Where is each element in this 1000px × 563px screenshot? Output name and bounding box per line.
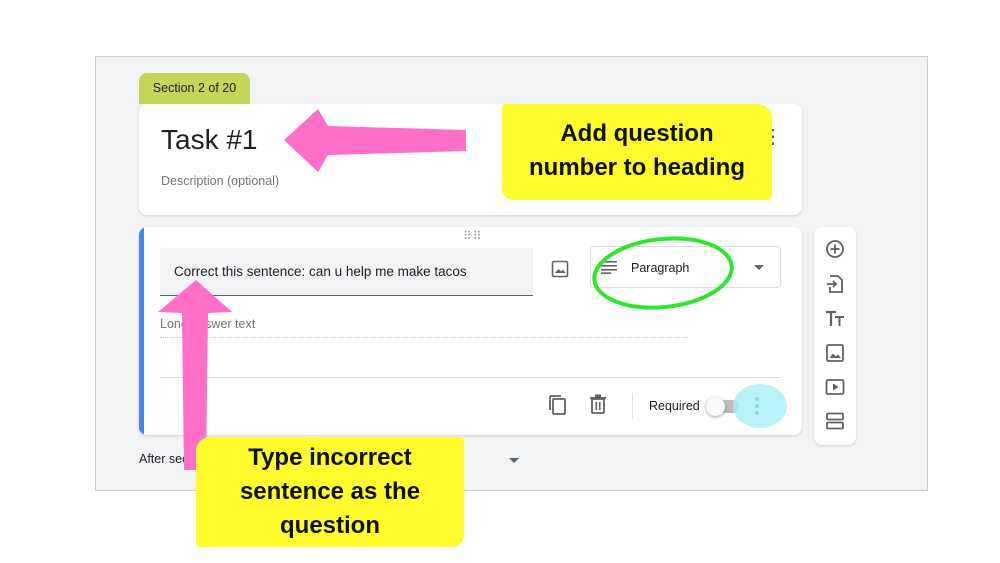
section-title[interactable]: Task #1 xyxy=(161,124,258,156)
question-text: Correct this sentence: can u help me mak… xyxy=(174,264,467,279)
required-toggle-knob[interactable] xyxy=(706,397,725,416)
footer-vertical-divider xyxy=(632,393,633,419)
question-card[interactable]: ⠿⠿ Correct this sentence: can u help me … xyxy=(139,227,802,435)
duplicate-icon[interactable] xyxy=(547,394,567,416)
required-label: Required xyxy=(649,399,700,413)
paragraph-lines-icon xyxy=(601,261,617,274)
section-tab: Section 2 of 20 xyxy=(139,73,250,104)
annotation-callout-line: question xyxy=(280,512,380,539)
import-icon[interactable] xyxy=(825,274,845,294)
video-icon[interactable] xyxy=(825,377,845,397)
trash-icon[interactable] xyxy=(589,394,607,414)
floating-toolbar xyxy=(814,227,856,445)
question-type-select[interactable]: Paragraph xyxy=(590,246,781,288)
annotation-callout-line: number to heading xyxy=(529,154,745,181)
annotation-callout-line: Add question xyxy=(560,120,714,147)
question-footer-divider xyxy=(160,377,781,378)
section-tab-label: Section 2 of 20 xyxy=(152,81,237,95)
question-focus-accent xyxy=(139,227,144,435)
more-vert-icon[interactable] xyxy=(753,395,761,417)
chevron-down-icon[interactable] xyxy=(509,458,519,463)
section-icon[interactable] xyxy=(825,411,845,431)
answer-preview: Long answer text xyxy=(160,317,688,338)
question-title-input[interactable]: Correct this sentence: can u help me mak… xyxy=(160,248,533,296)
image-icon[interactable] xyxy=(825,343,845,363)
add-circle-icon[interactable] xyxy=(825,239,845,259)
image-icon[interactable] xyxy=(551,260,569,278)
answer-placeholder: Long answer text xyxy=(160,317,256,331)
title-text-icon[interactable] xyxy=(825,309,845,329)
annotation-callout-heading: Add question number to heading xyxy=(502,104,772,200)
annotation-callout-line: sentence as the xyxy=(239,478,421,505)
drag-handle-icon[interactable]: ⠿⠿ xyxy=(463,229,483,243)
chevron-down-icon xyxy=(754,265,764,270)
annotation-callout-question: Type incorrect sentence as the question xyxy=(196,437,464,547)
section-description[interactable]: Description (optional) xyxy=(161,174,279,188)
annotation-callout-line: Type incorrect xyxy=(248,444,412,471)
question-type-label: Paragraph xyxy=(631,261,690,275)
